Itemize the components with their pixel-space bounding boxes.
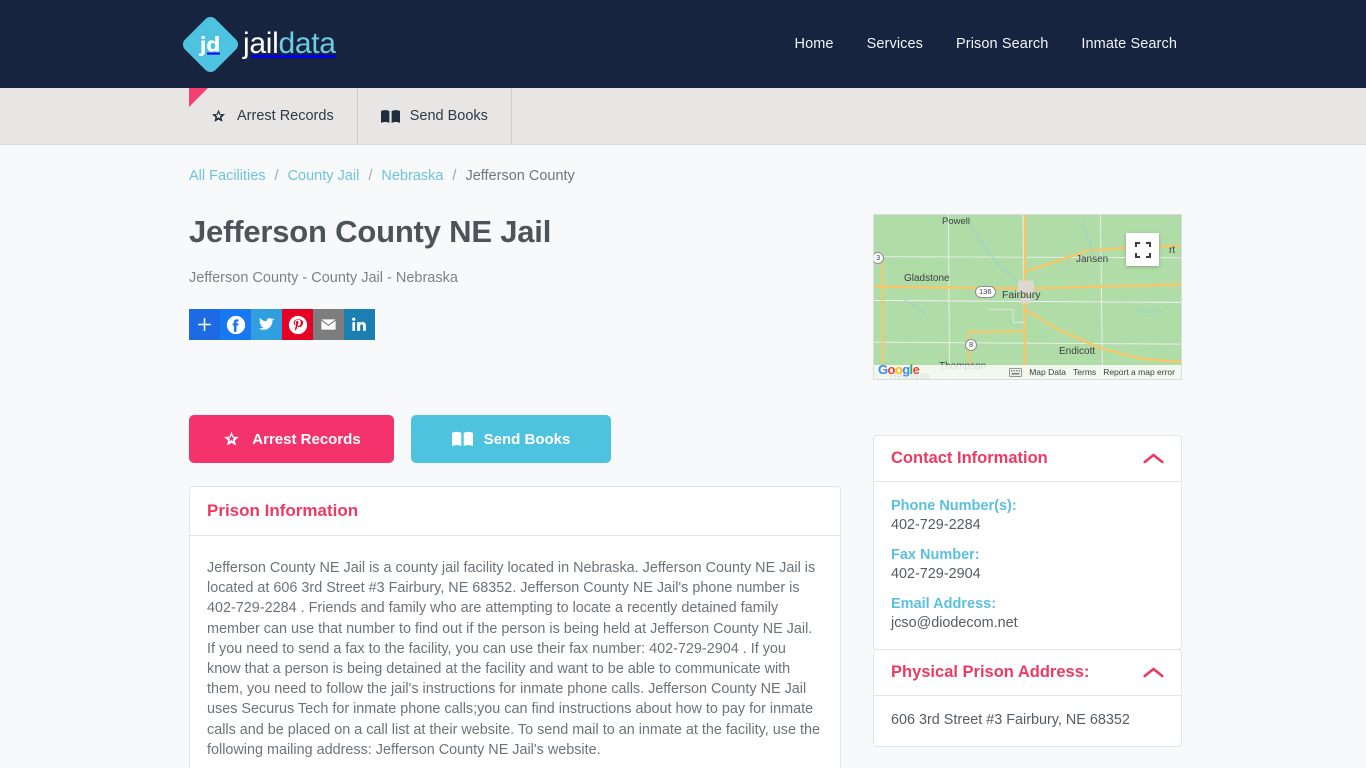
arrest-records-button[interactable]: Arrest Records xyxy=(189,415,394,463)
breadcrumb-separator: / xyxy=(452,168,457,184)
email-address-value: jcso@diodecom.net xyxy=(891,615,1018,631)
map-route-shield-136: 136 xyxy=(975,286,996,298)
action-buttons: Arrest Records Send Books xyxy=(189,415,841,463)
star-icon xyxy=(222,430,241,449)
fullscreen-icon[interactable] xyxy=(1126,233,1159,266)
physical-address-title: Physical Prison Address: xyxy=(891,663,1090,681)
share-icon[interactable] xyxy=(189,309,220,340)
primary-column: Jefferson County NE Jail Jefferson Count… xyxy=(189,214,841,768)
logo-mark-text: jd xyxy=(200,31,221,56)
book-icon xyxy=(380,109,400,124)
main-navigation: Home Services Prison Search Inmate Searc… xyxy=(795,36,1177,52)
breadcrumb-item-county-jail[interactable]: County Jail xyxy=(288,168,360,184)
prison-information-panel: Prison Information Jefferson County NE J… xyxy=(189,486,841,768)
google-logo: Google xyxy=(878,362,920,377)
chevron-up-icon[interactable] xyxy=(1143,666,1164,679)
contact-information-title: Contact Information xyxy=(891,449,1048,467)
subnav-item-send-books[interactable]: Send Books xyxy=(358,88,512,144)
contact-information-header[interactable]: Contact Information xyxy=(874,436,1181,482)
logo-word-data: data xyxy=(278,27,336,60)
facebook-icon[interactable] xyxy=(220,309,251,340)
breadcrumb-separator: / xyxy=(368,168,373,184)
prison-information-text: Jefferson County NE Jail is a county jai… xyxy=(207,560,821,758)
prison-information-header: Prison Information xyxy=(190,487,840,536)
breadcrumb-item-all-facilities[interactable]: All Facilities xyxy=(189,168,266,184)
phone-number-value: 402-729-2284 xyxy=(891,517,981,533)
prison-information-title: Prison Information xyxy=(207,501,359,520)
logo-wordmark: jaildata xyxy=(243,27,336,61)
linkedin-icon[interactable] xyxy=(344,309,375,340)
contact-information-panel: Contact Information Phone Number(s): 402… xyxy=(873,435,1182,650)
physical-address-panel: Physical Prison Address: 606 3rd Street … xyxy=(873,649,1182,747)
map-label-fairbury: Fairbury xyxy=(1002,289,1041,301)
page-title: Jefferson County NE Jail xyxy=(189,214,552,249)
subnav-label-send-books: Send Books xyxy=(409,108,488,124)
map-label-powell: Powell xyxy=(942,216,970,227)
map-label-endicott: Endicott xyxy=(1059,346,1096,357)
nav-item-prison-search[interactable]: Prison Search xyxy=(956,36,1048,52)
map-footer-report-error[interactable]: Report a map error xyxy=(1103,367,1175,377)
fax-number-value: 402-729-2904 xyxy=(891,566,981,582)
email-address-label: Email Address: xyxy=(891,596,997,612)
nav-item-home[interactable]: Home xyxy=(795,36,834,52)
map-label-partial: rt xyxy=(1169,245,1176,256)
logo-word-jail: jail xyxy=(243,27,279,60)
arrest-records-button-label: Arrest Records xyxy=(252,430,361,448)
page-subtitle: Jefferson County - County Jail - Nebrask… xyxy=(189,270,458,286)
nav-item-inmate-search[interactable]: Inmate Search xyxy=(1081,36,1177,52)
map-footer-map-data[interactable]: Map Data xyxy=(1029,367,1066,377)
email-icon[interactable] xyxy=(313,309,344,340)
send-books-button[interactable]: Send Books xyxy=(411,415,611,463)
breadcrumb: All Facilities / County Jail / Nebraska … xyxy=(189,145,1177,184)
star-icon xyxy=(210,108,227,125)
subnav-label-arrest-records: Arrest Records xyxy=(237,108,334,124)
prison-information-body: Jefferson County NE Jail is a county jai… xyxy=(190,536,840,768)
site-logo[interactable]: jd jaildata xyxy=(180,13,336,75)
contact-information-body: Phone Number(s): 402-729-2284 Fax Number… xyxy=(874,482,1181,649)
send-books-button-label: Send Books xyxy=(483,430,571,448)
physical-address-header[interactable]: Physical Prison Address: xyxy=(874,650,1181,696)
page-content: All Facilities / County Jail / Nebraska … xyxy=(0,145,1366,768)
corner-flag-marker xyxy=(189,88,208,107)
subnav-item-arrest-records[interactable]: Arrest Records xyxy=(189,88,358,144)
breadcrumb-separator: / xyxy=(274,168,279,184)
map-label-gladstone: Gladstone xyxy=(904,273,950,284)
sidebar-column: Powell Jansen Gladstone Fairbury Endicot… xyxy=(873,214,1182,768)
social-share-bar xyxy=(189,309,841,340)
site-header: jd jaildata Home Services Prison Search … xyxy=(0,0,1366,88)
map-label-jansen: Jansen xyxy=(1076,254,1109,265)
book-icon xyxy=(451,431,473,447)
nav-item-services[interactable]: Services xyxy=(867,36,923,52)
pinterest-icon[interactable] xyxy=(282,309,313,340)
jaildata-diamond-logo: jd xyxy=(180,13,241,75)
phone-number-label: Phone Number(s): xyxy=(891,498,1017,514)
secondary-navigation: Arrest Records Send Books xyxy=(0,88,1366,145)
physical-address-value: 606 3rd Street #3 Fairbury, NE 68352 xyxy=(891,712,1130,728)
twitter-icon[interactable] xyxy=(251,309,282,340)
keyboard-icon[interactable] xyxy=(1009,367,1023,377)
location-map[interactable]: Powell Jansen Gladstone Fairbury Endicot… xyxy=(873,214,1182,380)
breadcrumb-item-nebraska[interactable]: Nebraska xyxy=(381,168,443,184)
physical-address-body: 606 3rd Street #3 Fairbury, NE 68352 xyxy=(874,696,1181,746)
chevron-up-icon[interactable] xyxy=(1143,452,1164,465)
map-footer-terms[interactable]: Terms xyxy=(1073,367,1096,377)
fax-number-label: Fax Number: xyxy=(891,547,980,563)
breadcrumb-item-current: Jefferson County xyxy=(465,168,575,184)
map-footer: Map Data Terms Report a map error Google xyxy=(874,362,1181,379)
